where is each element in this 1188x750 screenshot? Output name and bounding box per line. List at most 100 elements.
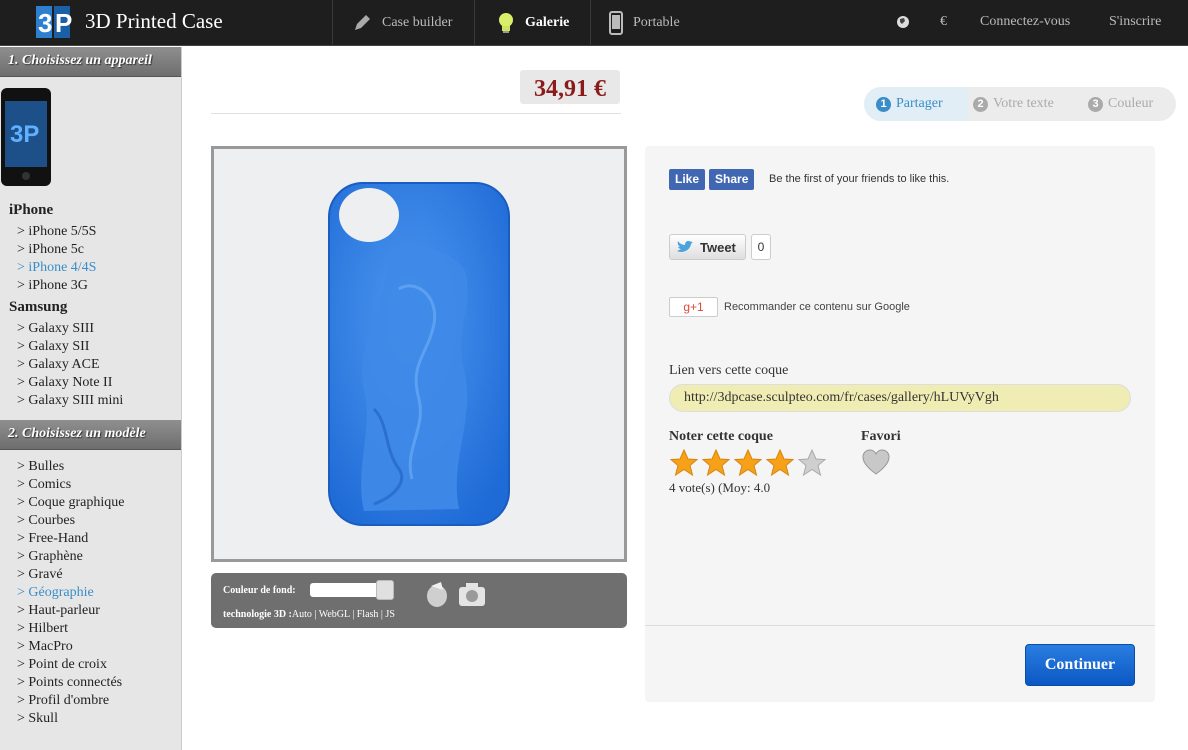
step-color[interactable]: 3 Couleur [1088, 87, 1153, 121]
lightbulb-icon [499, 13, 513, 33]
section-header-device: 1. Choisissez un appareil [0, 47, 181, 77]
phone-case-render[interactable] [214, 149, 624, 559]
model-item[interactable]: > Coque graphique [17, 494, 181, 512]
device-preview-image: 3P [1, 88, 51, 186]
device-item[interactable]: > Galaxy Note II [17, 374, 181, 392]
nav-label: Case builder [382, 15, 453, 30]
step-text[interactable]: 2 Votre texte [972, 87, 1054, 121]
svg-text:3: 3 [38, 8, 52, 38]
top-navbar: 3 P 3D Printed Case Case builder Galerie… [0, 0, 1188, 46]
model-item[interactable]: > Point de croix [17, 656, 181, 674]
model-item[interactable]: > Points connectés [17, 674, 181, 692]
device-item[interactable]: > iPhone 5/5S [17, 223, 181, 241]
pencil-icon [355, 15, 370, 30]
star-icon-filled[interactable] [765, 448, 795, 478]
bg-color-slider[interactable] [310, 580, 394, 600]
rotate-icon[interactable] [421, 578, 453, 610]
login-link[interactable]: Connectez-vous [980, 14, 1070, 30]
model-item[interactable]: > Courbes [17, 512, 181, 530]
model-item[interactable]: > Bulles [17, 458, 181, 476]
logo-icon[interactable]: 3 P [32, 2, 80, 42]
heart-icon[interactable] [861, 448, 891, 476]
nav-label: Galerie [525, 15, 570, 30]
camera-icon[interactable] [456, 578, 488, 610]
model-item[interactable]: > Skull [17, 710, 181, 728]
nav-divider [474, 0, 475, 46]
star-icon-filled[interactable] [669, 448, 699, 478]
divider [211, 113, 621, 114]
brand-title[interactable]: 3D Printed Case [85, 9, 223, 34]
star-rating[interactable] [669, 448, 827, 478]
nav-galerie[interactable]: Galerie [481, 0, 585, 46]
phone-icon [609, 11, 623, 35]
step-label: Couleur [1108, 96, 1154, 111]
3d-viewer[interactable] [211, 146, 627, 562]
device-item[interactable]: > Galaxy SIII [17, 320, 181, 338]
section-header-model: 2. Choisissez un modèle [0, 420, 181, 450]
star-icon-empty[interactable] [797, 448, 827, 478]
nav-label: Portable [633, 15, 680, 30]
model-item[interactable]: > MacPro [17, 638, 181, 656]
price-badge: 34,91 € [520, 70, 620, 104]
device-item[interactable]: > iPhone 3G [17, 277, 181, 295]
share-panel: Like Share Be the first of your friends … [645, 146, 1155, 702]
facebook-share-button[interactable]: Share [709, 169, 755, 190]
tweet-button[interactable]: Tweet [669, 234, 746, 260]
star-icon-filled[interactable] [733, 448, 763, 478]
tech-label: technologie 3D : [223, 609, 292, 620]
globe-icon[interactable] [896, 15, 910, 29]
tech-options[interactable]: Auto | WebGL | Flash | JS [292, 609, 395, 620]
model-item-selected[interactable]: > Géographie [17, 584, 181, 602]
register-link[interactable]: S'inscrire [1109, 14, 1161, 30]
link-label: Lien vers cette coque [669, 363, 789, 378]
iphone-list: > iPhone 5/5S > iPhone 5c > iPhone 4/4S … [0, 223, 181, 295]
step-number: 2 [973, 96, 988, 112]
step-share[interactable]: 1 Partager [864, 87, 968, 121]
facebook-like-button[interactable]: Like [669, 169, 706, 190]
model-item[interactable]: > Hilbert [17, 620, 181, 638]
vote-count: 4 vote(s) (Moy: 4.0 [669, 480, 771, 495]
brand-label-iphone: iPhone [9, 202, 54, 218]
device-item[interactable]: > Galaxy SIII mini [17, 392, 181, 410]
share-link-field[interactable]: http://3dpcase.sculpteo.com/fr/cases/gal… [669, 384, 1131, 412]
favorite-label: Favori [861, 429, 901, 444]
model-item[interactable]: > Profil d'ombre [17, 692, 181, 710]
viewer-toolbar: Couleur de fond: technologie 3D :Auto | … [211, 573, 627, 628]
model-item[interactable]: > Gravé [17, 566, 181, 584]
continue-button[interactable]: Continuer [1025, 644, 1135, 686]
step-label: Votre texte [993, 96, 1054, 111]
model-item[interactable]: > Free-Hand [17, 530, 181, 548]
google-plus-text: Recommander ce contenu sur Google [724, 301, 910, 313]
nav-case-builder[interactable]: Case builder [336, 0, 468, 46]
sidebar: 1. Choisissez un appareil 3P iPhone > iP… [0, 47, 182, 750]
slider-handle[interactable] [376, 580, 394, 600]
tweet-label: Tweet [700, 239, 736, 255]
model-item[interactable]: > Comics [17, 476, 181, 494]
brand-label-samsung: Samsung [9, 299, 68, 315]
google-plus-button[interactable]: g+1 [669, 297, 718, 317]
twitter-bird-icon [677, 241, 693, 252]
bg-color-label: Couleur de fond: [223, 585, 296, 596]
model-item[interactable]: > Haut-parleur [17, 602, 181, 620]
facebook-buttons: Like Share [669, 169, 755, 190]
device-item[interactable]: > Galaxy SII [17, 338, 181, 356]
step-number: 3 [1088, 96, 1103, 112]
rate-label: Noter cette coque [669, 429, 773, 444]
tech-selector: technologie 3D :Auto | WebGL | Flash | J… [223, 609, 395, 620]
device-item[interactable]: > Galaxy ACE [17, 356, 181, 374]
svg-text:P: P [55, 8, 72, 38]
step-number: 1 [876, 96, 891, 112]
device-item[interactable]: > iPhone 5c [17, 241, 181, 259]
currency-selector[interactable]: € [940, 14, 947, 30]
star-icon-filled[interactable] [701, 448, 731, 478]
device-item-selected[interactable]: > iPhone 4/4S [17, 259, 181, 277]
step-indicator: 1 Partager 2 Votre texte 3 Couleur [864, 87, 1176, 121]
svg-text:3P: 3P [10, 121, 39, 148]
step-label: Partager [896, 96, 943, 111]
model-item[interactable]: > Graphène [17, 548, 181, 566]
nav-divider [332, 0, 333, 46]
samsung-list: > Galaxy SIII > Galaxy SII > Galaxy ACE … [0, 320, 181, 410]
model-list: > Bulles > Comics > Coque graphique > Co… [0, 458, 181, 728]
nav-portable[interactable]: Portable [593, 0, 696, 46]
tweet-count: 0 [751, 234, 771, 260]
